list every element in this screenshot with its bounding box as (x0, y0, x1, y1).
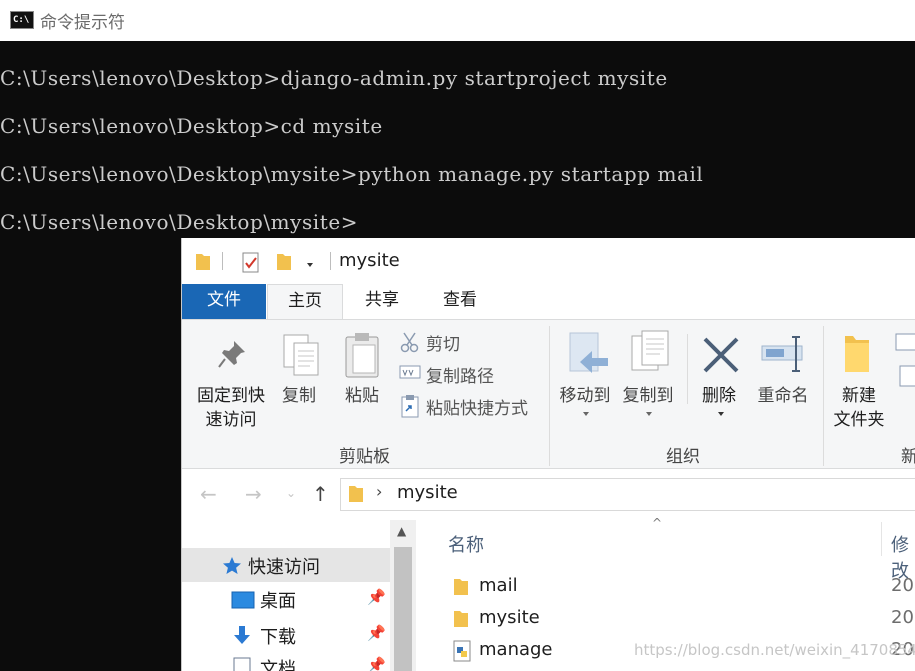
tab-share[interactable]: 共享 (347, 284, 417, 319)
cmd-window-title: 命令提示符 (40, 13, 125, 33)
address-bar[interactable]: › mysite (340, 478, 915, 511)
clipboard-group-label: 剪贴板 (339, 447, 390, 467)
column-header-name[interactable]: 名称 (448, 531, 484, 557)
toolbar-separator (330, 252, 331, 270)
rename-label: 重命名 (757, 386, 809, 406)
nav-item-documents[interactable]: 文档 📌 (182, 650, 390, 671)
cmd-titlebar: C:\ 命令提示符 (0, 0, 915, 41)
new-folder-label-line2: 文件夹 (833, 410, 885, 430)
folder-icon (349, 486, 363, 502)
navigation-pane: 快速访问 桌面 📌 下载 📌 文档 📌 (182, 520, 390, 671)
explorer-titlebar: mysite (182, 238, 915, 284)
pin-icon (218, 341, 245, 368)
folder-icon (454, 579, 468, 595)
paste-icon (345, 333, 379, 378)
up-button[interactable]: ↑ (312, 482, 329, 506)
copy-path-icon (399, 365, 421, 379)
move-to-label: 移动到 (559, 386, 611, 406)
forward-button[interactable]: → (245, 482, 262, 506)
tab-home[interactable]: 主页 (267, 284, 343, 320)
properties-icon[interactable] (241, 252, 261, 274)
download-arrow-icon (234, 626, 250, 644)
nav-item-downloads[interactable]: 下载 📌 (182, 618, 390, 652)
delete-x-icon (703, 337, 739, 373)
new-item-icon[interactable] (894, 330, 915, 354)
copy-icon (283, 334, 319, 376)
new-folder-label-line1: 新建 (842, 386, 876, 406)
easy-access-icon[interactable] (894, 364, 915, 388)
toolbar-separator (222, 252, 223, 270)
group-separator (823, 326, 824, 466)
nav-item-desktop[interactable]: 桌面 📌 (182, 582, 390, 616)
file-date: 202 (891, 607, 915, 628)
delete-label: 删除 (702, 386, 736, 406)
breadcrumb-chevron-icon[interactable]: › (376, 482, 382, 501)
column-separator[interactable] (881, 522, 882, 556)
recent-locations-chevron-icon[interactable]: ⌄ (286, 486, 296, 500)
pin-label-line2: 速访问 (205, 410, 257, 430)
copy-to-icon (631, 330, 669, 371)
scrollbar-thumb[interactable] (394, 547, 412, 671)
file-name: mysite (479, 607, 540, 628)
cmd-line: C:\Users\lenovo\Desktop\mysite>python ma… (0, 162, 704, 186)
documents-icon (233, 657, 251, 671)
explorer-window-title: mysite (339, 250, 400, 271)
ribbon-tabs: 文件 主页 共享 查看 (182, 284, 915, 320)
scissors-icon (400, 332, 419, 353)
desktop-icon (231, 591, 255, 609)
customize-toolbar-dropdown-icon[interactable] (307, 263, 313, 267)
rename-icon (761, 336, 803, 372)
new-folder-icon (845, 336, 869, 372)
copy-to-label: 复制到 (622, 386, 674, 406)
file-explorer-window: mysite 文件 主页 共享 查看 固定到快 速访问 复制 粘贴 剪切 复制路… (181, 238, 915, 671)
folder-icon (196, 254, 210, 270)
paste-shortcut-icon (401, 395, 419, 418)
new-folder-qa-icon[interactable] (276, 252, 292, 272)
ribbon-home: 固定到快 速访问 复制 粘贴 剪切 复制路径 粘贴快捷方式 剪贴板 移动到 复制… (182, 319, 915, 469)
navigation-bar: ← → ⌄ ↑ › mysite (182, 470, 915, 520)
file-date: 202 (891, 575, 915, 596)
cmd-app-icon: C:\ (10, 11, 34, 29)
quick-access-star-icon (223, 557, 241, 574)
file-name: mail (479, 575, 518, 596)
navigation-scrollbar[interactable]: ▲ (390, 520, 416, 671)
nav-label: 快速访问 (248, 557, 320, 578)
move-to-dropdown-icon (583, 412, 589, 416)
move-to-icon (569, 332, 608, 373)
cmd-prompt-line: C:\Users\lenovo\Desktop\mysite> (0, 210, 359, 234)
organize-group-label: 组织 (666, 447, 700, 467)
new-group-label: 新 (901, 442, 915, 467)
file-row[interactable]: mysite 202 (416, 603, 915, 635)
copy-label: 复制 (282, 386, 316, 406)
nav-item-quick-access[interactable]: 快速访问 (182, 548, 390, 582)
pinned-icon[interactable]: 📌 (367, 588, 386, 606)
address-path: mysite (397, 482, 458, 503)
group-separator (549, 326, 550, 466)
cut-label: 剪切 (426, 335, 460, 355)
scroll-up-icon[interactable]: ▲ (397, 524, 406, 538)
file-name: manage (479, 639, 553, 660)
tab-file[interactable]: 文件 (182, 284, 266, 319)
nav-label: 文档 (260, 659, 296, 671)
nav-label: 下载 (260, 627, 296, 648)
copy-path-label: 复制路径 (426, 367, 494, 387)
file-row[interactable]: mail 202 (416, 571, 915, 603)
separator (687, 334, 688, 404)
pin-label-line1: 固定到快 (197, 386, 265, 406)
cmd-line: C:\Users\lenovo\Desktop>django-admin.py … (0, 66, 668, 90)
back-button[interactable]: ← (200, 482, 217, 506)
paste-shortcut-label: 粘贴快捷方式 (426, 399, 528, 419)
sort-ascending-icon: ^ (652, 516, 663, 530)
nav-label: 桌面 (260, 591, 296, 612)
pinned-icon[interactable]: 📌 (367, 624, 386, 642)
python-file-icon (453, 640, 471, 662)
copy-to-dropdown-icon (646, 412, 652, 416)
watermark-text: https://blog.csdn.net/weixin_41708543 (634, 641, 915, 659)
cmd-line: C:\Users\lenovo\Desktop>cd mysite (0, 114, 383, 138)
paste-label: 粘贴 (345, 386, 379, 406)
tab-view[interactable]: 查看 (425, 284, 495, 319)
folder-icon (454, 611, 468, 627)
delete-dropdown-icon (718, 412, 724, 416)
pinned-icon[interactable]: 📌 (367, 656, 386, 671)
